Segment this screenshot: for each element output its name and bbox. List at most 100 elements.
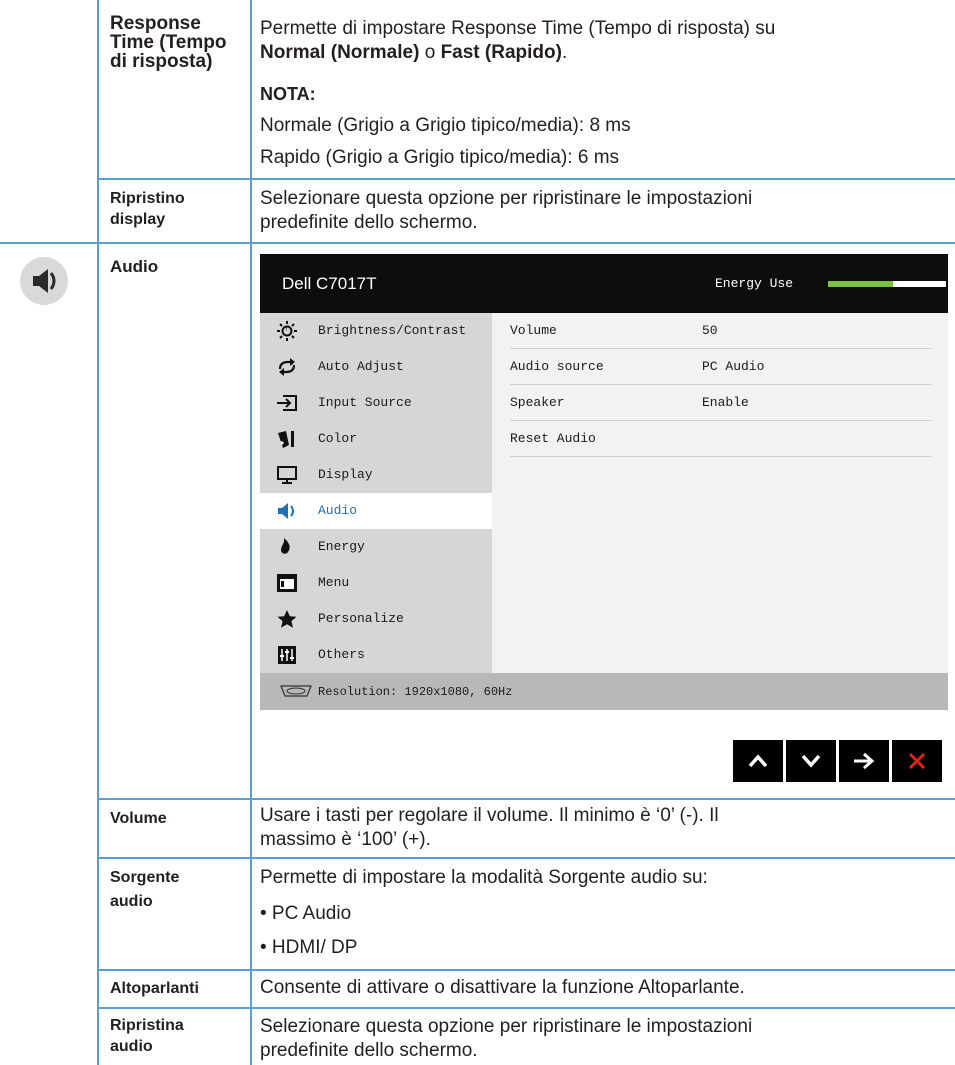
audio-source-option-pc: • PC Audio bbox=[260, 903, 352, 924]
setting-row-volume[interactable]: Volume 50 bbox=[510, 313, 932, 349]
menu-item-personalize[interactable]: Personalize bbox=[260, 601, 492, 637]
conjunction: o bbox=[424, 42, 436, 63]
menu-item-label: Input Source bbox=[318, 395, 412, 410]
menu-item-display[interactable]: Display bbox=[260, 457, 492, 493]
volume-desc-line2: massimo è ‘100’ (+). bbox=[260, 829, 431, 850]
row-divider bbox=[97, 798, 955, 800]
reset-audio-desc-line2: predefinite dello schermo. bbox=[260, 1040, 478, 1061]
audio-source-label-line1: Sorgente bbox=[110, 869, 180, 886]
menu-item-brightness-contrast[interactable]: Brightness/Contrast bbox=[260, 313, 492, 349]
reset-display-desc-line2: predefinite dello schermo. bbox=[260, 212, 478, 233]
energy-icon bbox=[276, 537, 298, 557]
setting-row-reset-audio[interactable]: Reset Audio bbox=[510, 421, 932, 457]
menu-item-audio[interactable]: Audio bbox=[260, 493, 492, 529]
audio-source-label-line2: audio bbox=[110, 893, 153, 910]
osd-submenu: Volume 50 Audio source PC Audio Speaker … bbox=[492, 313, 948, 673]
menu-item-label: Display bbox=[318, 467, 373, 482]
osd-title: Dell C7017T bbox=[282, 274, 377, 293]
setting-name: Audio source bbox=[510, 359, 604, 374]
setting-row-speaker[interactable]: Speaker Enable bbox=[510, 385, 932, 421]
menu-item-auto-adjust[interactable]: Auto Adjust bbox=[260, 349, 492, 385]
right-arrow-icon bbox=[854, 752, 875, 770]
energy-use-fill bbox=[828, 281, 893, 287]
row-divider bbox=[97, 857, 955, 859]
vga-connector-icon bbox=[278, 684, 314, 698]
close-icon bbox=[908, 752, 926, 770]
setting-name: Speaker bbox=[510, 395, 565, 410]
setting-name: Reset Audio bbox=[510, 431, 596, 446]
response-time-description: Permette di impostare Response Time (Tem… bbox=[260, 17, 940, 65]
speakers-label: Altoparlanti bbox=[110, 980, 199, 997]
row-divider bbox=[97, 178, 955, 180]
menu-icon bbox=[276, 573, 298, 593]
volume-label: Volume bbox=[110, 810, 167, 827]
menu-item-input-source[interactable]: Input Source bbox=[260, 385, 492, 421]
osd-header: Dell C7017T Energy Use bbox=[260, 254, 948, 313]
menu-item-others[interactable]: Others bbox=[260, 637, 492, 673]
reset-audio-label: Ripristina audio bbox=[110, 1015, 184, 1057]
menu-item-label: Personalize bbox=[318, 611, 404, 626]
energy-use-bar bbox=[828, 281, 946, 287]
display-icon bbox=[276, 465, 298, 485]
audio-source-description: Permette di impostare la modalità Sorgen… bbox=[260, 867, 708, 888]
menu-item-menu[interactable]: Menu bbox=[260, 565, 492, 601]
period: . bbox=[561, 42, 568, 63]
menu-item-label: Color bbox=[318, 431, 358, 446]
speaker-icon bbox=[20, 257, 68, 305]
reset-audio-desc-line1: Selezionare questa opzione per ripristin… bbox=[260, 1016, 753, 1037]
up-button[interactable] bbox=[733, 740, 783, 782]
exit-button[interactable] bbox=[892, 740, 942, 782]
down-button[interactable] bbox=[786, 740, 836, 782]
reset-display-label-line2: display bbox=[110, 211, 166, 228]
note-fast: Rapido (Grigio a Grigio tipico/media): 6… bbox=[260, 147, 620, 168]
osd-footer: Resolution: 1920x1080, 60Hz bbox=[260, 673, 948, 710]
reset-audio-label-line2: audio bbox=[110, 1038, 153, 1055]
menu-item-label: Brightness/Contrast bbox=[318, 323, 467, 338]
osd-main-menu: Brightness/Contrast Auto Adjust Input So… bbox=[260, 313, 492, 673]
row-divider bbox=[97, 969, 955, 971]
brightness-icon bbox=[276, 321, 298, 341]
osd-menu-screenshot: Dell C7017T Energy Use Brightness/Contra… bbox=[260, 254, 948, 710]
note-normal: Normale (Grigio a Grigio tipico/media): … bbox=[260, 115, 631, 136]
response-time-intro: Permette di impostare Response Time (Tem… bbox=[260, 18, 776, 39]
menu-item-label: Energy bbox=[318, 539, 365, 554]
menu-item-color[interactable]: Color bbox=[260, 421, 492, 457]
note-heading: NOTA: bbox=[260, 84, 316, 104]
enter-button[interactable] bbox=[839, 740, 889, 782]
setting-divider bbox=[510, 456, 932, 457]
reset-display-desc-line1: Selezionare questa opzione per ripristin… bbox=[260, 188, 753, 209]
option-normal: Normal (Normale) bbox=[260, 42, 420, 63]
menu-item-energy[interactable]: Energy bbox=[260, 529, 492, 565]
reset-audio-label-line1: Ripristina bbox=[110, 1017, 184, 1034]
menu-item-label: Menu bbox=[318, 575, 350, 590]
down-arrow-icon bbox=[801, 754, 821, 768]
reset-display-label: Ripristino display bbox=[110, 188, 185, 230]
color-icon bbox=[276, 429, 298, 449]
resolution-text: Resolution: 1920x1080, 60Hz bbox=[318, 685, 513, 699]
energy-use-label: Energy Use bbox=[715, 276, 794, 291]
table-border-left bbox=[97, 0, 99, 1065]
star-icon bbox=[276, 609, 298, 629]
auto-adjust-icon bbox=[276, 357, 298, 377]
setting-value: Enable bbox=[702, 395, 749, 410]
setting-name: Volume bbox=[510, 323, 557, 338]
setting-row-audio-source[interactable]: Audio source PC Audio bbox=[510, 349, 932, 385]
response-time-label: Response Time (Tempo di risposta) bbox=[110, 13, 227, 72]
reset-display-description: Selezionare questa opzione per ripristin… bbox=[260, 187, 752, 235]
setting-value: 50 bbox=[702, 323, 718, 338]
menu-item-label: Others bbox=[318, 647, 365, 662]
input-source-icon bbox=[276, 393, 298, 413]
table-border-middle bbox=[250, 0, 252, 1065]
row-divider bbox=[97, 1007, 955, 1009]
setting-value: PC Audio bbox=[702, 359, 765, 374]
volume-desc-line1: Usare i tasti per regolare il volume. Il… bbox=[260, 805, 719, 826]
audio-source-option-hdmi: • HDMI/ DP bbox=[260, 937, 358, 958]
row-divider bbox=[0, 242, 955, 244]
audio-label: Audio bbox=[110, 257, 159, 276]
option-fast: Fast (Rapido) bbox=[440, 42, 562, 63]
menu-item-label: Audio bbox=[318, 503, 358, 518]
audio-icon bbox=[276, 501, 298, 521]
speakers-description: Consente di attivare o disattivare la fu… bbox=[260, 977, 745, 998]
audio-source-label: Sorgente audio bbox=[110, 866, 179, 914]
volume-description: Usare i tasti per regolare il volume. Il… bbox=[260, 804, 719, 852]
